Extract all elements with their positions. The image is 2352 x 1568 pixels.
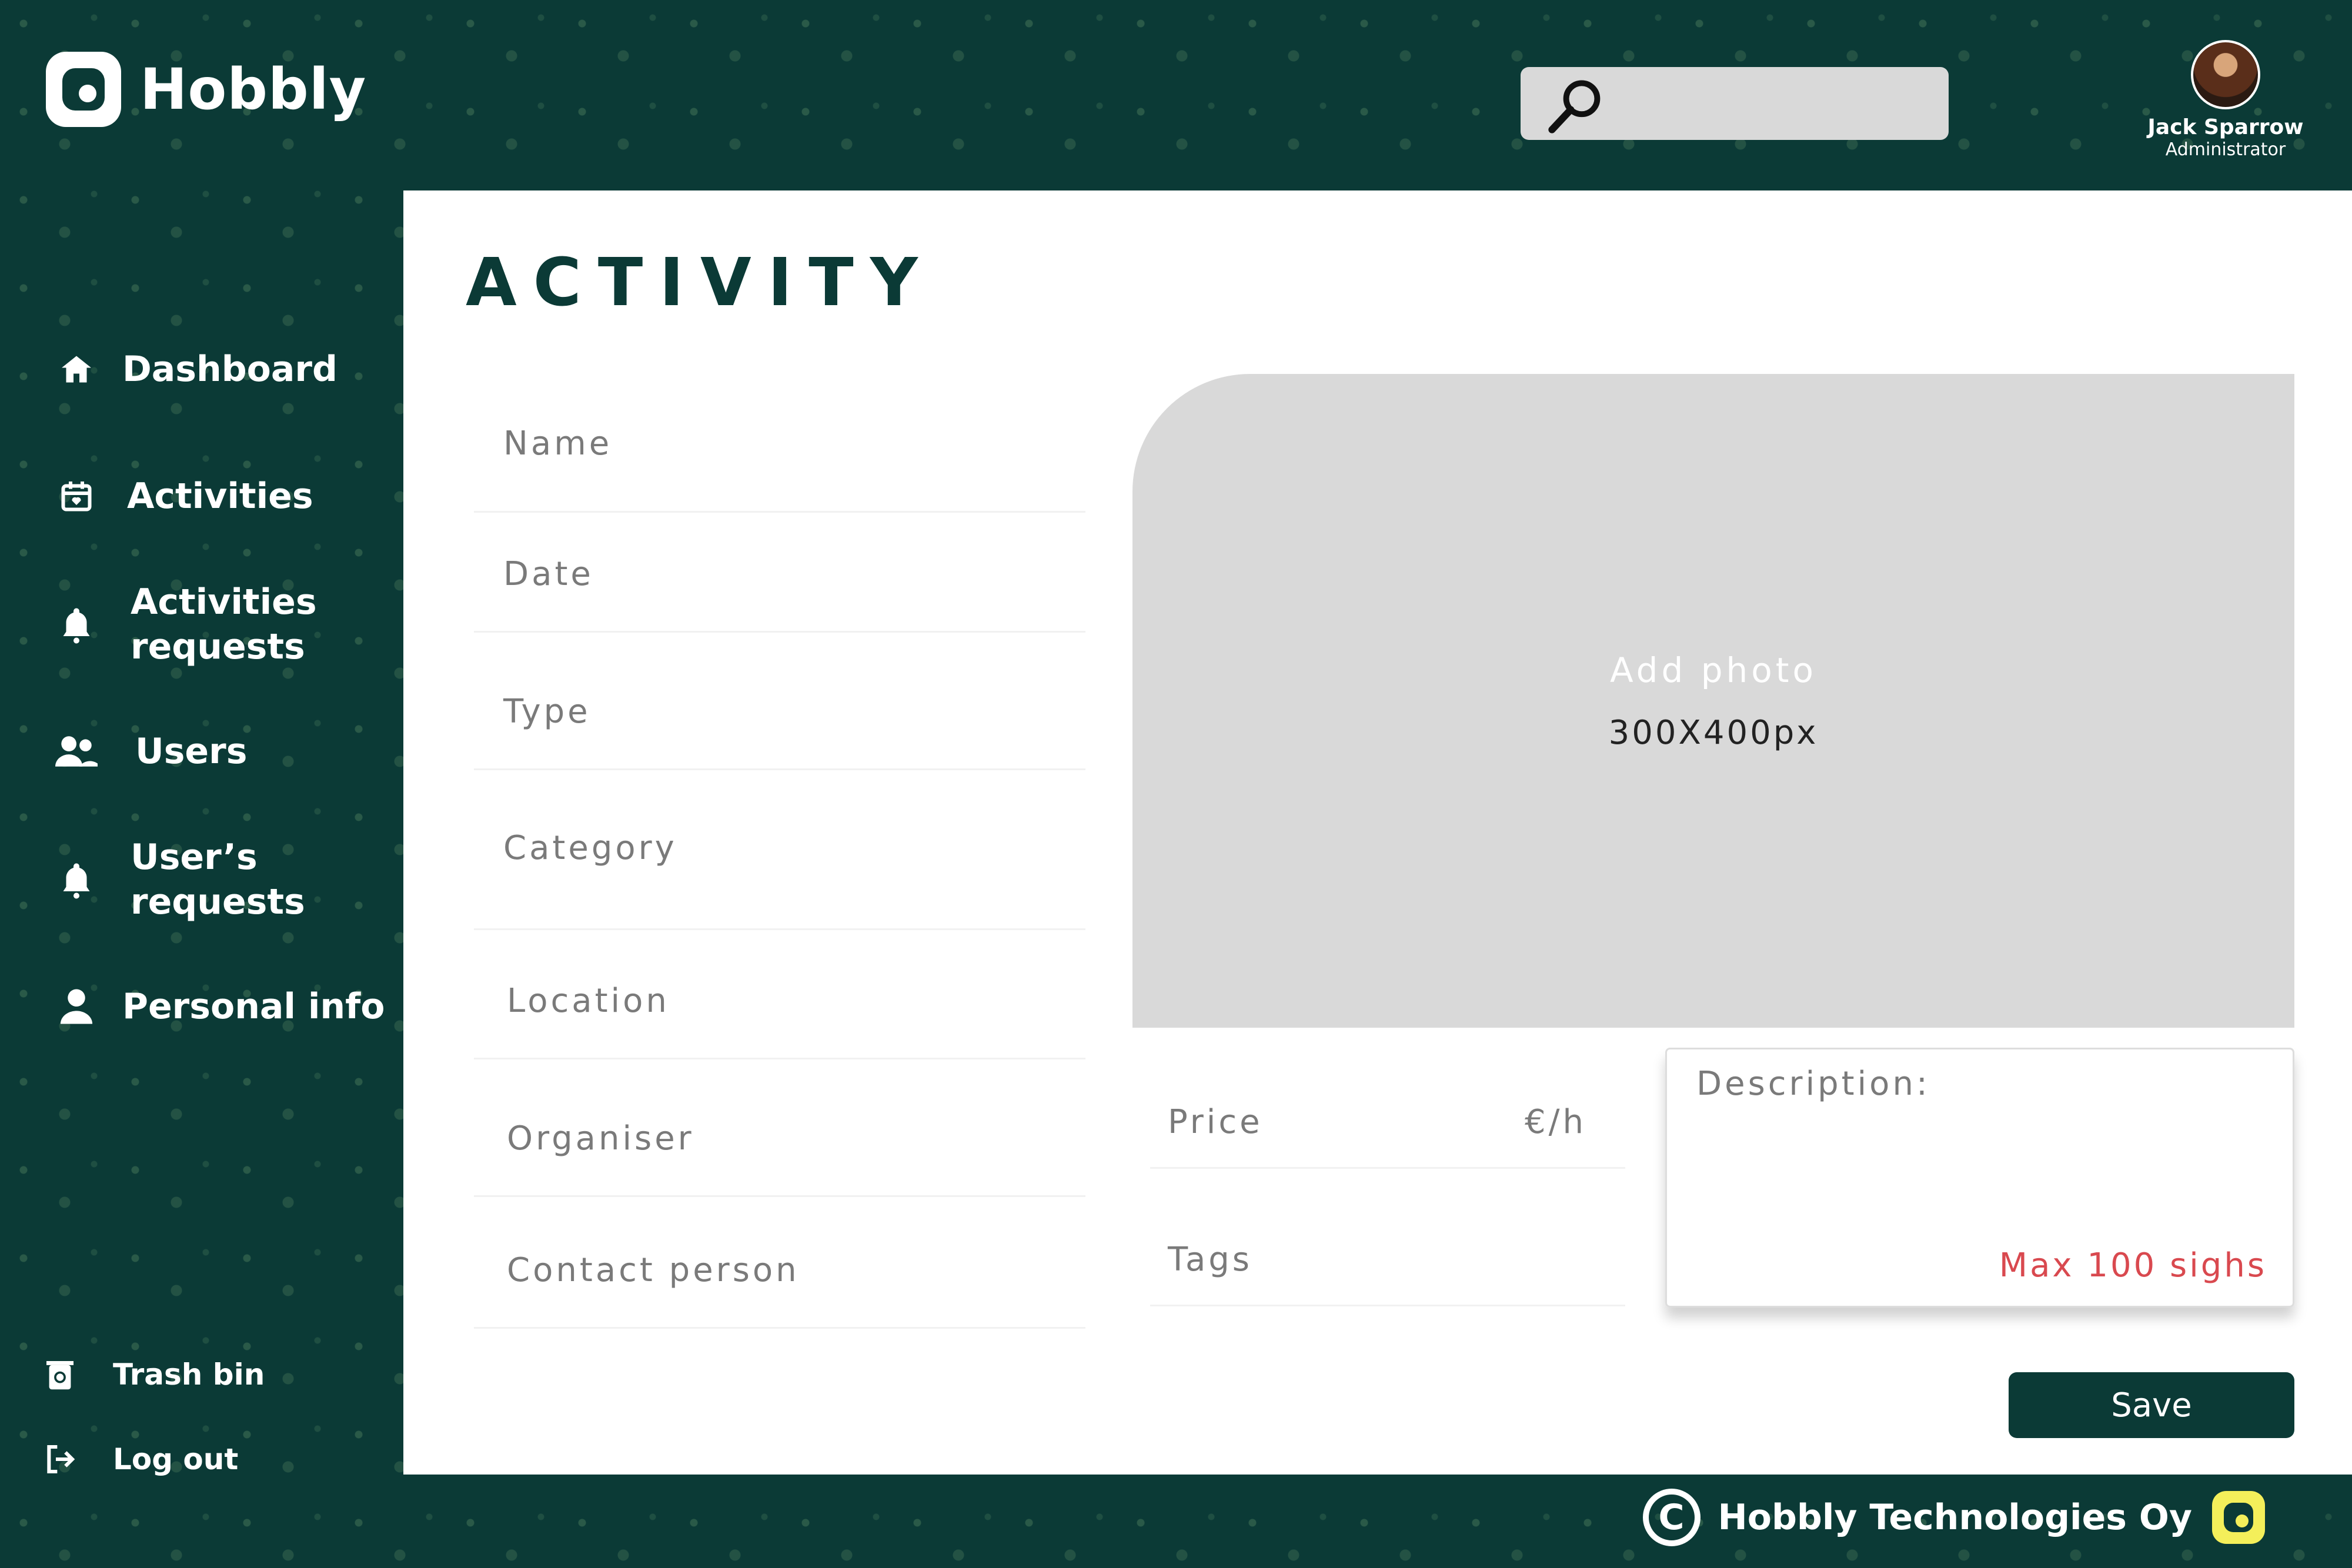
home-icon bbox=[55, 348, 98, 390]
price-field[interactable]: Price €/h bbox=[1150, 1077, 1625, 1169]
location-field[interactable]: Location bbox=[474, 958, 1085, 1059]
location-field-label: Location bbox=[507, 982, 670, 1020]
tags-field[interactable]: Tags bbox=[1150, 1215, 1625, 1306]
person-icon bbox=[55, 985, 98, 1028]
contact-person-field-label: Contact person bbox=[507, 1251, 800, 1289]
add-photo-label: Add photo bbox=[1609, 650, 1817, 690]
sidebar-item-label: Dashboard bbox=[122, 349, 338, 390]
footer-company: Hobbly Technologies Oy bbox=[1718, 1497, 2192, 1538]
search-input[interactable] bbox=[1521, 67, 1949, 140]
organiser-field-label: Organiser bbox=[507, 1119, 694, 1158]
add-photo-dropzone[interactable]: Add photo 300X400px bbox=[1132, 374, 2294, 1028]
sidebar-item-personal-info[interactable]: Personal info bbox=[55, 984, 385, 1029]
sidebar-item-label: Activities requests bbox=[131, 581, 317, 667]
price-unit: €/h bbox=[1525, 1103, 1586, 1141]
page-title: ACTIVITY bbox=[466, 245, 934, 321]
app-name: Hobbly bbox=[140, 56, 367, 122]
sidebar-item-users-requests[interactable]: User’s requests bbox=[55, 835, 325, 924]
bell-icon bbox=[55, 603, 98, 646]
user-name: Jack Sparrow bbox=[2147, 115, 2304, 139]
type-field[interactable]: Type bbox=[474, 669, 1085, 770]
date-field[interactable]: Date bbox=[474, 531, 1085, 633]
sidebar-item-dashboard[interactable]: Dashboard bbox=[55, 347, 338, 392]
copyright-icon: C bbox=[1642, 1489, 1700, 1546]
save-button[interactable]: Save bbox=[2009, 1372, 2294, 1438]
type-field-label: Type bbox=[503, 693, 591, 731]
footer: C Hobbly Technologies Oy bbox=[0, 1475, 2352, 1568]
organiser-field[interactable]: Organiser bbox=[474, 1096, 1085, 1197]
user-role: Administrator bbox=[2165, 139, 2286, 160]
app-logo[interactable]: Hobbly bbox=[46, 52, 366, 127]
sidebar-item-label: Personal info bbox=[122, 986, 385, 1027]
sidebar-item-users[interactable]: Users bbox=[55, 729, 247, 774]
description-field[interactable]: Description: Max 100 sighs bbox=[1665, 1048, 2294, 1308]
footer-logo-icon bbox=[2212, 1491, 2265, 1544]
sidebar-item-trash-bin[interactable]: Trash bin bbox=[39, 1352, 265, 1397]
avatar[interactable] bbox=[2191, 40, 2260, 109]
logo-mark-icon bbox=[46, 52, 121, 127]
search-icon[interactable] bbox=[1543, 74, 1608, 139]
bell-icon bbox=[55, 858, 98, 901]
date-field-label: Date bbox=[503, 555, 594, 593]
photo-size-hint: 300X400px bbox=[1608, 713, 1819, 752]
sidebar-item-activities-requests[interactable]: Activities requests bbox=[55, 580, 325, 669]
description-label: Description: bbox=[1696, 1065, 1930, 1103]
sidebar-item-label: Activities bbox=[127, 476, 313, 517]
name-field-label: Name bbox=[503, 424, 613, 463]
sidebar-item-activities[interactable]: Activities bbox=[55, 474, 313, 519]
trash-icon bbox=[39, 1353, 81, 1396]
sidebar-item-label: Users bbox=[135, 731, 248, 772]
user-profile[interactable]: Jack Sparrow Administrator bbox=[2140, 40, 2311, 160]
sidebar-item-label: User’s requests bbox=[131, 837, 305, 922]
tags-label: Tags bbox=[1168, 1241, 1252, 1279]
calendar-icon bbox=[55, 475, 98, 517]
footer-brand: C Hobbly Technologies Oy bbox=[1642, 1489, 2265, 1546]
name-field[interactable]: Name bbox=[474, 400, 1085, 513]
category-field[interactable]: Category bbox=[474, 805, 1085, 930]
activity-form-panel: ACTIVITY Name Date Type Category Locatio… bbox=[403, 190, 2352, 1475]
sidebar-item-label: Trash bin bbox=[113, 1358, 265, 1392]
description-limit-hint: Max 100 sighs bbox=[1999, 1246, 2267, 1285]
category-field-label: Category bbox=[503, 829, 677, 867]
contact-person-field[interactable]: Contact person bbox=[474, 1228, 1085, 1329]
users-icon bbox=[55, 730, 98, 773]
price-label: Price bbox=[1168, 1103, 1263, 1141]
